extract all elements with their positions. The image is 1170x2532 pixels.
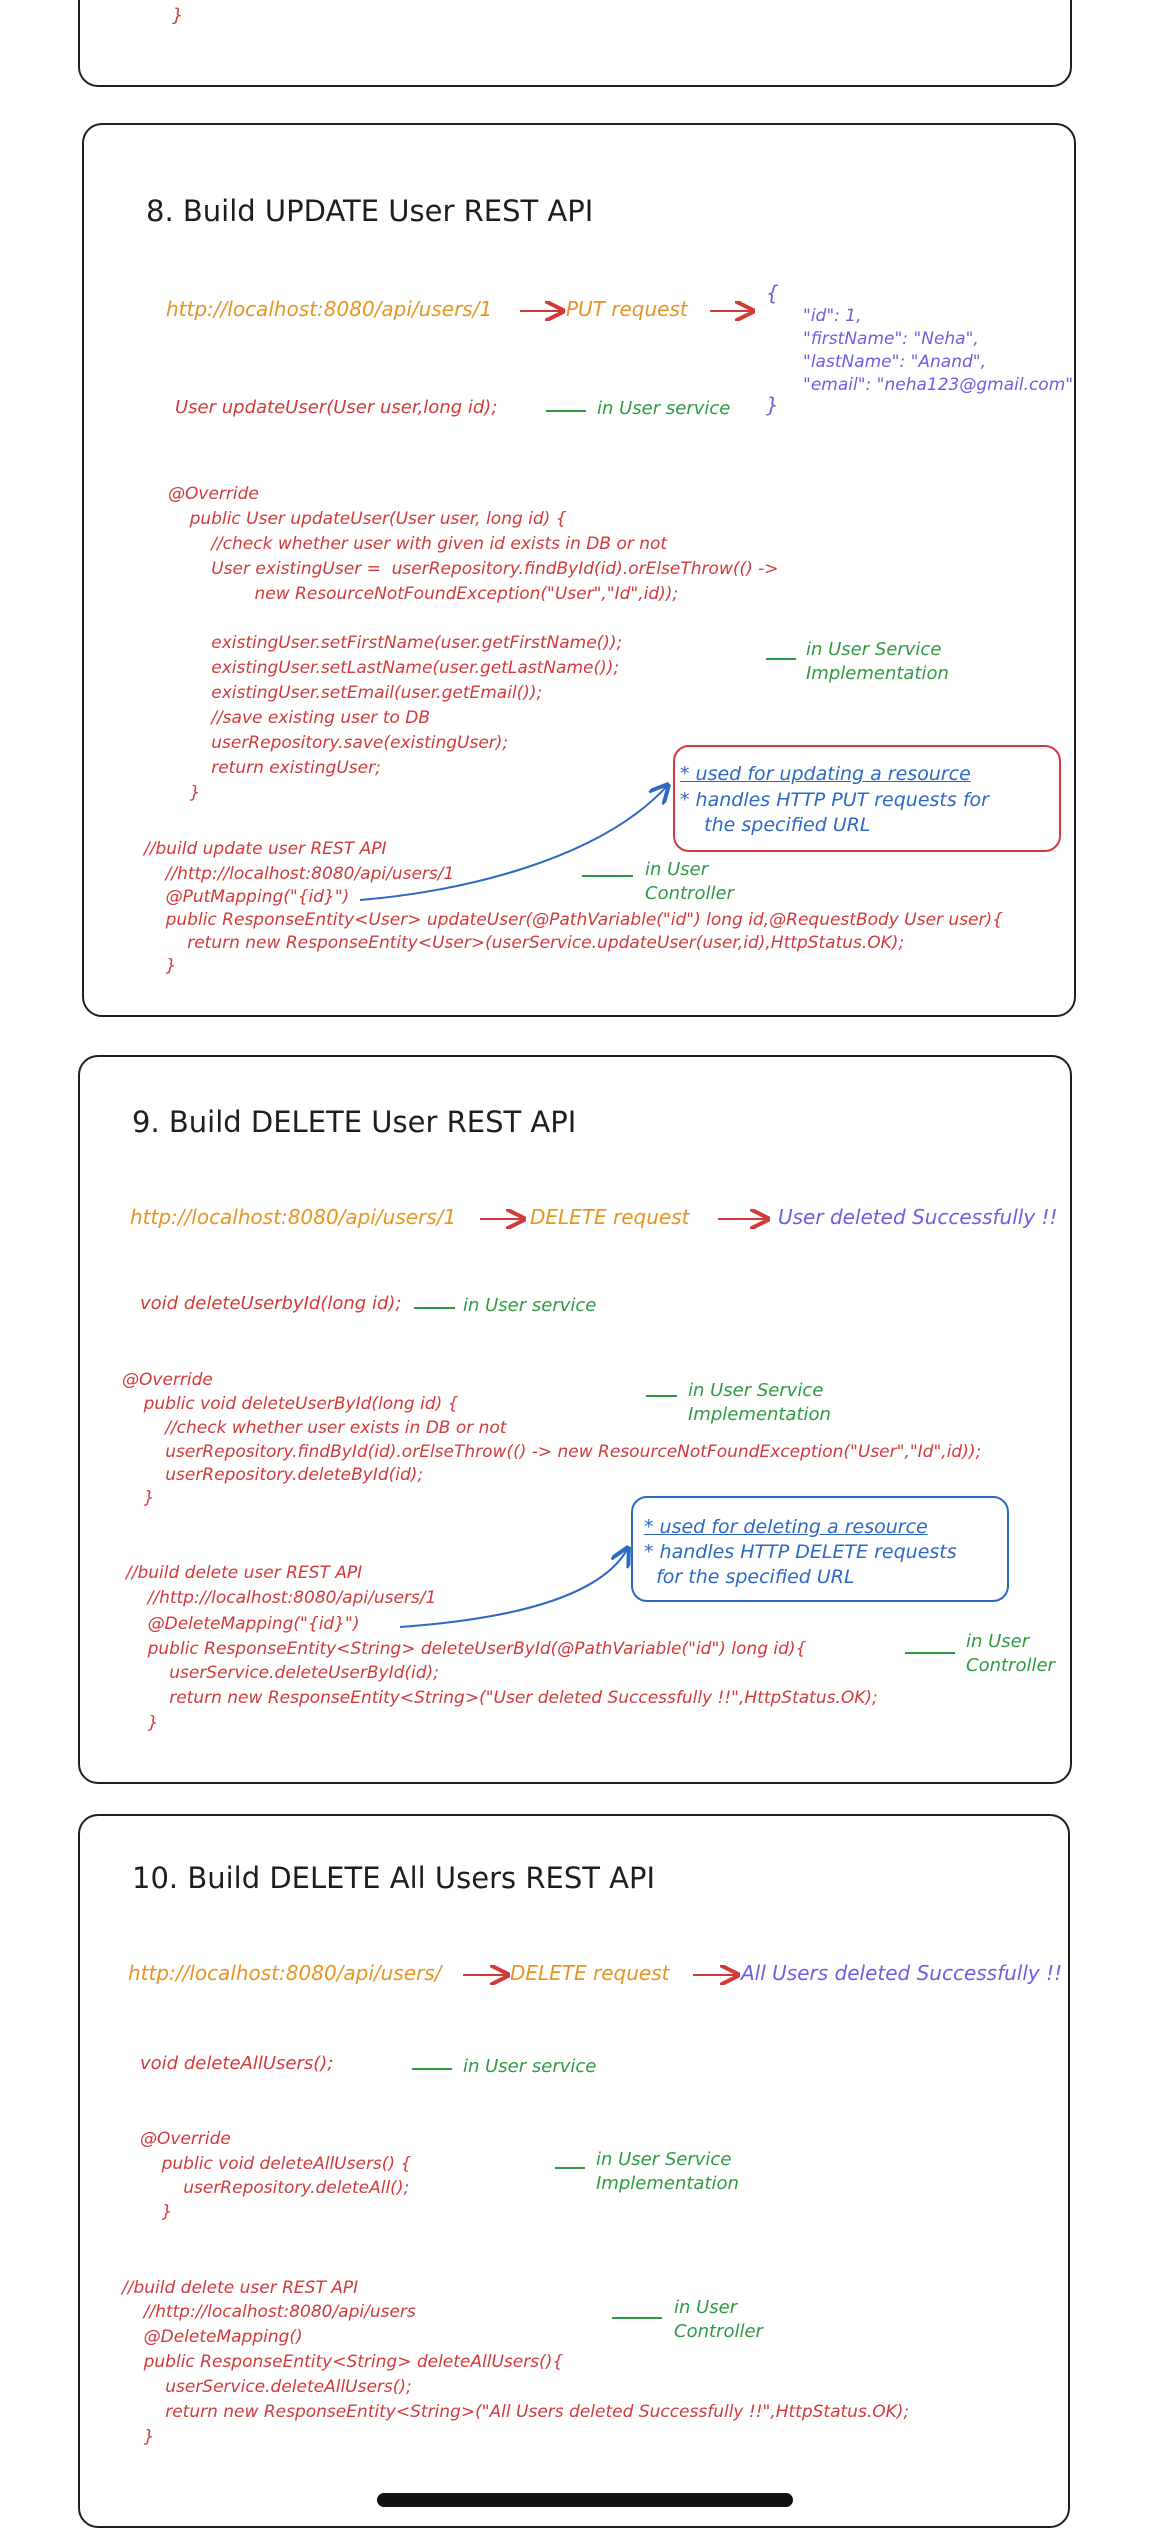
- code-line: existingUser.setLastName(user.getLastNam…: [168, 658, 620, 678]
- code-line: userRepository.save(existingUser);: [168, 733, 509, 753]
- s8-json-close: }: [766, 393, 779, 417]
- s8-controller-note-line-1: in User: [645, 859, 709, 880]
- code-line: @Override: [122, 1370, 213, 1390]
- code-line: //build update user REST API: [144, 839, 387, 859]
- code-line: userRepository.deleteAll();: [140, 2178, 410, 2198]
- s10-impl-note-line-2: Implementation: [596, 2173, 739, 2194]
- section-8-title: 8. Build UPDATE User REST API: [146, 194, 594, 228]
- code-line: }: [122, 1488, 155, 1508]
- s10-impl-note-line-1: in User Service: [596, 2149, 732, 2170]
- code-line: public ResponseEntity<String> deleteAllU…: [122, 2352, 564, 2372]
- code-line: //http://localhost:8080/api/users/1: [126, 1588, 437, 1608]
- s9-controller-note-line-2: Controller: [966, 1655, 1055, 1676]
- code-line: User existingUser = userRepository.findB…: [168, 559, 779, 579]
- s8-json-line-2: "firstName": "Neha",: [803, 329, 979, 349]
- s9-method: DELETE request: [530, 1205, 690, 1229]
- code-line: //build delete user REST API: [122, 2278, 359, 2298]
- s8-callout-line-2: * handles HTTP PUT requests for: [680, 789, 989, 811]
- s9-result: User deleted Successfully !!: [778, 1205, 1058, 1229]
- code-line: }: [140, 2202, 173, 2222]
- code-line: }: [126, 1713, 159, 1733]
- s8-url: http://localhost:8080/api/users/1: [166, 297, 493, 321]
- code-line: @DeleteMapping(): [122, 2327, 303, 2347]
- s8-service-note: in User service: [597, 398, 731, 419]
- s9-impl-note-line-2: Implementation: [688, 1404, 831, 1425]
- code-line: //http://localhost:8080/api/users/1: [144, 864, 455, 884]
- code-line: public void deleteAllUsers() {: [140, 2154, 412, 2174]
- s10-controller-note-line-2: Controller: [674, 2321, 763, 2342]
- code-line: public User updateUser(User user, long i…: [168, 509, 567, 529]
- s8-method: PUT request: [566, 297, 688, 321]
- code-line: userRepository.findById(id).orElseThrow(…: [122, 1442, 982, 1462]
- code-line: public void deleteUserById(long id) {: [122, 1394, 459, 1414]
- code-line: new ResourceNotFoundException("User","Id…: [168, 584, 679, 604]
- home-indicator[interactable]: [377, 2493, 793, 2507]
- s10-service-signature: void deleteAllUsers();: [140, 2053, 334, 2074]
- s10-controller-note-line-1: in User: [674, 2297, 738, 2318]
- code-line: return existingUser;: [168, 758, 381, 778]
- code-line: return new ResponseEntity<User>(userServ…: [144, 933, 905, 953]
- s8-json-open: {: [766, 281, 779, 305]
- code-line: //check whether user with given id exist…: [168, 534, 668, 554]
- code-line: userService.deleteAllUsers();: [122, 2377, 412, 2397]
- s9-callout-line-3: for the specified URL: [644, 1566, 855, 1588]
- code-line: }: [168, 783, 201, 803]
- code-line: userService.deleteUserById(id);: [126, 1663, 439, 1683]
- s10-result: All Users deleted Successfully !!: [741, 1961, 1063, 1985]
- code-line: return new ResponseEntity<String>("User …: [126, 1688, 878, 1708]
- s10-method: DELETE request: [510, 1961, 670, 1985]
- section-10-title: 10. Build DELETE All Users REST API: [132, 1861, 656, 1895]
- code-line: //check whether user exists in DB or not: [122, 1418, 507, 1438]
- s8-json-line-1: "id": 1,: [803, 306, 862, 326]
- s9-callout-line-1: * used for deleting a resource: [644, 1516, 928, 1538]
- code-line: @Override: [168, 484, 259, 504]
- code-line: @DeleteMapping("{id}"): [126, 1614, 360, 1634]
- s9-service-note: in User service: [463, 1295, 597, 1316]
- s10-url: http://localhost:8080/api/users/: [128, 1961, 442, 1985]
- s8-json-line-4: "email": "neha123@gmail.com": [803, 375, 1074, 395]
- code-line: //save existing user to DB: [168, 708, 431, 728]
- code-line: @Override: [140, 2129, 231, 2149]
- s8-impl-note-line-1: in User Service: [806, 639, 942, 660]
- code-line: existingUser.setEmail(user.getEmail());: [168, 683, 543, 703]
- code-line: existingUser.setFirstName(user.getFirstN…: [168, 633, 623, 653]
- previous-closing-brace: }: [172, 5, 184, 26]
- section-9-title: 9. Build DELETE User REST API: [132, 1105, 577, 1139]
- code-line: }: [122, 2427, 155, 2447]
- code-line: public ResponseEntity<String> deleteUser…: [126, 1639, 807, 1659]
- code-line: }: [144, 956, 177, 976]
- s8-impl-note-line-2: Implementation: [806, 663, 949, 684]
- s9-url: http://localhost:8080/api/users/1: [130, 1205, 457, 1229]
- code-line: public ResponseEntity<User> updateUser(@…: [144, 910, 1003, 930]
- s9-callout-line-2: * handles HTTP DELETE requests: [644, 1541, 957, 1563]
- code-line: //build delete user REST API: [126, 1563, 363, 1583]
- s8-service-signature: User updateUser(User user,long id);: [175, 397, 498, 418]
- s9-service-signature: void deleteUserbyId(long id);: [140, 1293, 402, 1314]
- s8-json-line-3: "lastName": "Anand",: [803, 352, 987, 372]
- s9-controller-note-line-1: in User: [966, 1631, 1030, 1652]
- s10-service-note: in User service: [463, 2056, 597, 2077]
- s8-callout-line-1: * used for updating a resource: [680, 763, 971, 785]
- previous-section-card: [78, 0, 1072, 87]
- code-line: return new ResponseEntity<String>("All U…: [122, 2402, 910, 2422]
- s8-controller-note-line-2: Controller: [645, 883, 734, 904]
- code-line: //http://localhost:8080/api/users: [122, 2302, 416, 2322]
- s9-impl-note-line-1: in User Service: [688, 1380, 824, 1401]
- s8-callout-line-3: the specified URL: [680, 814, 871, 836]
- code-line: userRepository.deleteById(id);: [122, 1465, 424, 1485]
- code-line: @PutMapping("{id}"): [144, 887, 350, 907]
